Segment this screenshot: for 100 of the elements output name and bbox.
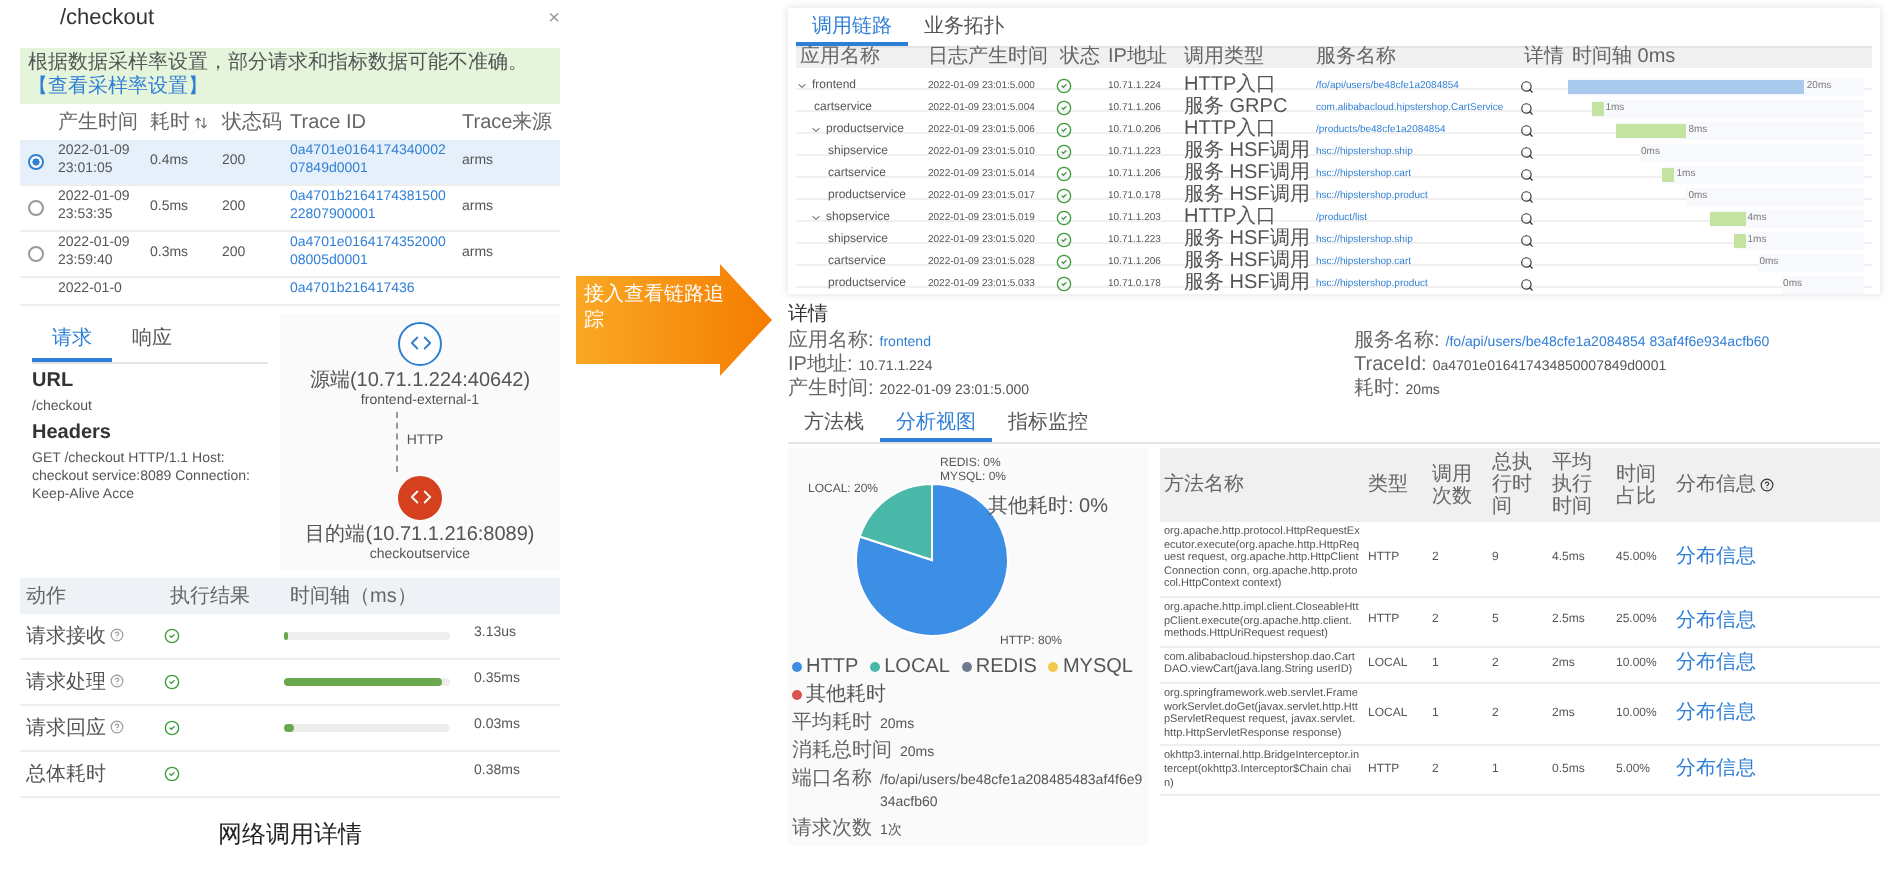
check-icon (1056, 78, 1072, 94)
field-label: 应用名称: (788, 330, 874, 352)
stat-label: 请求次数 (792, 818, 872, 840)
url-label: URL (32, 369, 76, 392)
dialog-title: /checkout (60, 6, 155, 30)
tab[interactable]: 指标监控 (992, 406, 1104, 442)
field-label: TraceId: (1354, 354, 1427, 376)
headers-label: Headers (32, 421, 113, 444)
distribution-link[interactable]: 分布信息 (1676, 609, 1756, 632)
column-header: 动作 (24, 583, 68, 610)
legend-item[interactable]: REDIS (961, 656, 1037, 678)
column-header: 状态码 (222, 109, 282, 136)
node-label: 源端(10.71.1.224:40642) (309, 367, 531, 393)
call-type: 服务 HSF调用 (1182, 274, 1312, 294)
call-type: HTTP入口 (1182, 76, 1279, 96)
stat-label: 平均耗时 (792, 712, 872, 734)
column-header: 服务名称 (1314, 48, 1398, 68)
tab[interactable]: 业务拓扑 (908, 10, 1020, 46)
check-icon (1056, 100, 1072, 116)
slice-label: 其他耗时: 0% (988, 496, 1109, 518)
search-icon[interactable] (1520, 278, 1534, 292)
caret-icon[interactable] (810, 124, 822, 136)
check-icon (164, 627, 180, 644)
section-title: 详情 (788, 301, 830, 328)
call-type: 服务 HSF调用 (1182, 186, 1312, 206)
distribution-link[interactable]: 分布信息 (1676, 758, 1756, 781)
column-header: 详情 (1522, 48, 1566, 68)
tab[interactable]: 请求 (32, 317, 112, 362)
search-icon[interactable] (1520, 256, 1534, 270)
connector-line (396, 411, 399, 472)
distribution-link[interactable]: 分布信息 (1676, 702, 1756, 725)
field-label: 服务名称: (1354, 330, 1440, 352)
search-icon[interactable] (1520, 190, 1534, 204)
column-header: 时间轴 0ms (1570, 48, 1678, 68)
column-header: 时间占比 (1614, 463, 1658, 507)
column-header: 方法名称 (1162, 474, 1246, 496)
field-label: 产生时间: (788, 378, 874, 400)
search-icon[interactable] (1520, 80, 1534, 94)
sort-icon[interactable] (194, 115, 208, 129)
code-icon (398, 475, 442, 520)
column-header: Trace ID (290, 111, 366, 133)
check-icon (1056, 144, 1072, 160)
call-type: 服务 HSF调用 (1182, 164, 1312, 184)
code-icon (398, 321, 442, 366)
column-header: 分布信息 (1674, 474, 1758, 496)
action-label: 请求处理 (26, 669, 106, 696)
tab[interactable]: 响应 (112, 317, 192, 362)
check-icon (1056, 232, 1072, 248)
distribution-link[interactable]: 分布信息 (1676, 652, 1756, 675)
check-icon (1056, 254, 1072, 270)
column-header: 时间轴（ms） (288, 583, 419, 610)
column-header: 平均执行时间 (1550, 452, 1594, 518)
legend-item[interactable]: MYSQL (1048, 656, 1133, 678)
help-icon[interactable] (1760, 478, 1774, 492)
radio-button[interactable] (28, 154, 44, 170)
caret-icon[interactable] (796, 80, 808, 92)
legend-item[interactable]: LOCAL (870, 656, 950, 678)
tab[interactable]: 分析视图 (880, 406, 992, 442)
call-type: 服务 HSF调用 (1182, 142, 1312, 162)
legend-item[interactable]: 其他耗时 (792, 680, 886, 708)
column-header: 状态 (1058, 48, 1102, 68)
node-label: 目的端(10.71.1.216:8089) (305, 521, 535, 547)
search-icon[interactable] (1520, 102, 1534, 116)
column-header: IP地址 (1106, 48, 1169, 68)
radio-button[interactable] (28, 200, 44, 216)
search-icon[interactable] (1520, 234, 1534, 248)
sampling-link[interactable]: 【查看采样率设置】 (28, 76, 208, 98)
search-icon[interactable] (1520, 168, 1534, 182)
column-header: 产生时间 (58, 109, 138, 136)
call-type: 服务 HSF调用 (1182, 230, 1312, 250)
close-button[interactable]: × (548, 7, 560, 29)
check-icon (164, 765, 180, 782)
column-header: 应用名称 (798, 48, 882, 68)
search-icon[interactable] (1520, 146, 1534, 160)
check-icon (1056, 210, 1072, 226)
action-label: 请求回应 (26, 715, 106, 742)
call-type: HTTP入口 (1182, 208, 1279, 228)
search-icon[interactable] (1520, 124, 1534, 138)
call-type: HTTP入口 (1182, 120, 1279, 140)
field-label: IP地址: (788, 354, 853, 376)
stat-label: 端口名称 (792, 768, 872, 790)
column-header: 日志产生时间 (926, 48, 1050, 68)
tab[interactable]: 方法栈 (788, 406, 880, 442)
column-header: 总执行时间 (1490, 452, 1534, 518)
legend-item[interactable]: HTTP (792, 656, 859, 678)
check-icon (164, 719, 180, 736)
check-icon (164, 673, 180, 690)
radio-button[interactable] (28, 246, 44, 262)
column-header: Trace来源 (462, 109, 553, 136)
search-icon[interactable] (1520, 212, 1534, 226)
field-label: 耗时: (1354, 378, 1400, 400)
distribution-link[interactable]: 分布信息 (1676, 546, 1756, 569)
caption: 网络调用详情 (216, 817, 364, 852)
check-icon (1056, 122, 1072, 138)
caret-icon[interactable] (810, 212, 822, 224)
column-header: 耗时 (150, 109, 190, 136)
column-header: 执行结果 (168, 583, 252, 610)
callout-text: 接入查看链路追踪 (584, 282, 726, 334)
column-header: 调用类型 (1182, 48, 1266, 68)
call-type: 服务 GRPC (1182, 98, 1290, 118)
